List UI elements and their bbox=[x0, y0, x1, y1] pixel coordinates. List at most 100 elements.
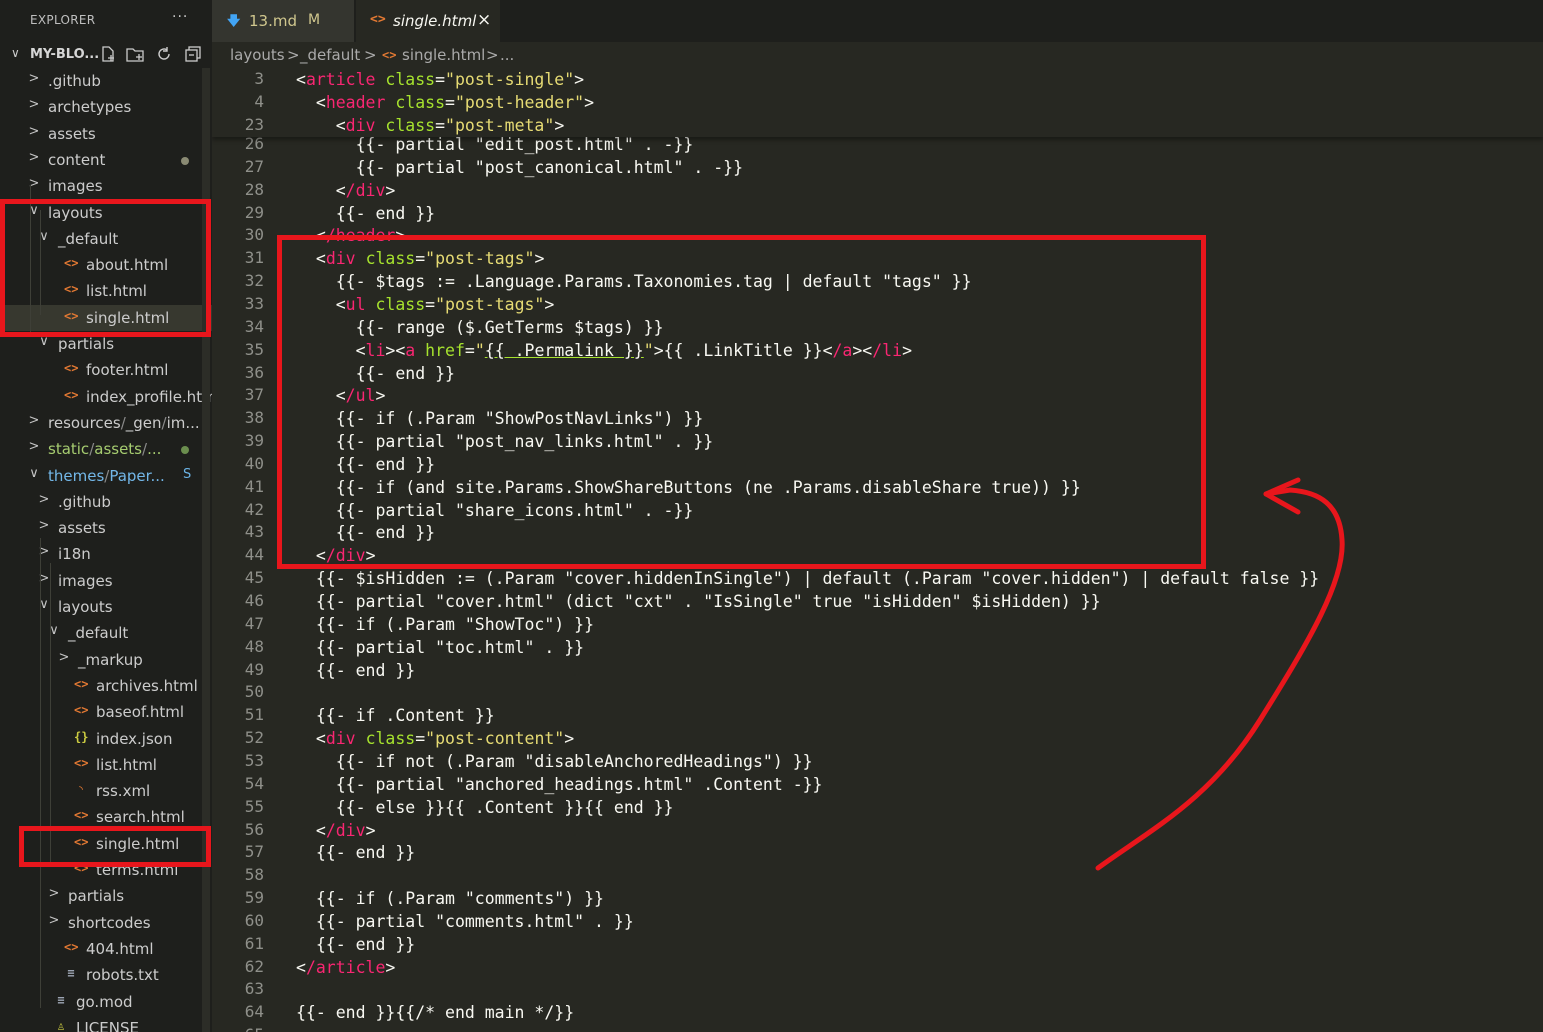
explorer-sidebar: EXPLORER ··· ∨ MY-BLO... > .github > archet… bbox=[0, 0, 212, 1032]
code-line[interactable]: 49 {{- end }} bbox=[212, 659, 1543, 682]
line-number: 46 bbox=[244, 591, 264, 610]
text-file-icon: ≡ bbox=[67, 966, 75, 980]
code-line[interactable]: 64 {{- end }}{{/* end main */}} bbox=[212, 1001, 1543, 1024]
code-line[interactable]: 27 {{- partial "post_canonical.html" . -… bbox=[212, 156, 1543, 179]
tree-item-label: images bbox=[48, 177, 103, 195]
tree-item[interactable]: <> archives.html bbox=[0, 673, 212, 699]
code-line[interactable]: 55 {{- else }}{{ .Content }}{{ end }} bbox=[212, 796, 1543, 819]
code-line[interactable]: 57 {{- end }} bbox=[212, 841, 1543, 864]
tree-item[interactable]: > assets bbox=[0, 515, 212, 541]
tree-item[interactable]: > .github bbox=[0, 68, 212, 94]
code-line[interactable]: 61 {{- end }} bbox=[212, 933, 1543, 956]
tree-item[interactable]: ∨ layouts bbox=[0, 594, 212, 620]
line-number: 65 bbox=[212, 1025, 264, 1032]
line-number: 50 bbox=[244, 682, 264, 702]
code-line[interactable]: 47 {{- if (.Param "ShowToc") }} bbox=[212, 613, 1543, 636]
tree-item[interactable]: > resources/_gen/im... bbox=[0, 410, 212, 436]
collapse-all-icon[interactable] bbox=[184, 45, 202, 63]
chevron-down-icon: ∨ bbox=[29, 466, 39, 481]
code-line[interactable]: 46 {{- partial "cover.html" (dict "cxt" … bbox=[212, 590, 1543, 613]
annotation-box-theme-single bbox=[19, 826, 211, 867]
line-number: 31 bbox=[244, 248, 264, 268]
tab-label: 13.md bbox=[249, 12, 297, 30]
chevron-down-icon: ∨ bbox=[11, 46, 20, 60]
code-line[interactable]: 45 {{- $isHidden := (.Param "cover.hidde… bbox=[212, 567, 1543, 590]
breadcrumb-more[interactable]: ... bbox=[500, 46, 514, 64]
tree-item-label: shortcodes bbox=[68, 914, 151, 932]
line-number: 3 bbox=[254, 69, 264, 88]
line-number: 61 bbox=[244, 933, 264, 953]
code-line[interactable]: 52 <div class="post-content"> bbox=[212, 727, 1543, 750]
new-folder-icon[interactable] bbox=[126, 45, 144, 63]
tree-item[interactable]: <> footer.html bbox=[0, 357, 212, 383]
indent-guide bbox=[40, 538, 41, 1008]
close-icon[interactable]: × bbox=[477, 10, 491, 30]
json-file-icon: {} bbox=[74, 730, 89, 744]
breadcrumb-default[interactable]: _default bbox=[300, 46, 360, 64]
tab-label: single.html bbox=[393, 12, 477, 30]
chevron-right-icon: > bbox=[28, 71, 40, 86]
sticky-line[interactable]: 4 <header class="post-header"> bbox=[212, 91, 1543, 114]
refresh-icon[interactable] bbox=[155, 45, 173, 63]
tree-item[interactable]: > static/assets/... bbox=[0, 436, 212, 462]
more-actions-icon[interactable]: ··· bbox=[172, 9, 188, 25]
code-line[interactable]: 59 {{- if (.Param "comments") }} bbox=[212, 887, 1543, 910]
tree-item[interactable]: > assets bbox=[0, 121, 212, 147]
code-line[interactable]: 60 {{- partial "comments.html" . }} bbox=[212, 910, 1543, 933]
tree-item[interactable]: ◝ rss.xml bbox=[0, 778, 212, 804]
tree-item[interactable]: > archetypes bbox=[0, 94, 212, 120]
code-line[interactable]: 28 </div> bbox=[212, 179, 1543, 202]
tree-item[interactable]: <> index_profile.html bbox=[0, 384, 212, 410]
tree-item[interactable]: > i18n bbox=[0, 541, 212, 567]
tree-item-label: partials bbox=[68, 887, 125, 905]
line-number: 47 bbox=[244, 613, 264, 633]
tree-item-label: _default bbox=[68, 624, 129, 642]
tab-single-html[interactable]: <> single.html × bbox=[356, 0, 500, 42]
code-line[interactable]: 65 bbox=[212, 1024, 1543, 1032]
tree-item[interactable]: <> 404.html bbox=[0, 936, 212, 962]
code-line[interactable]: 54 {{- partial "anchored_headings.html" … bbox=[212, 773, 1543, 796]
tree-item[interactable]: ≡ go.mod bbox=[0, 989, 212, 1015]
chevron-right-icon: > bbox=[48, 886, 60, 901]
project-name[interactable]: MY-BLO... bbox=[30, 47, 99, 62]
code-line[interactable]: 58 bbox=[212, 864, 1543, 887]
project-root[interactable]: ∨ MY-BLO... bbox=[0, 42, 212, 68]
tab-13-md[interactable]: 🡇 13.md M bbox=[212, 0, 354, 42]
breadcrumb-layouts[interactable]: layouts bbox=[230, 46, 285, 64]
tree-item[interactable]: ∨ themes/Paper... S bbox=[0, 463, 212, 489]
code-line[interactable]: 63 bbox=[212, 978, 1543, 1001]
tree-item[interactable]: > images bbox=[0, 173, 212, 199]
new-file-icon[interactable] bbox=[99, 45, 117, 63]
tree-item[interactable]: > content bbox=[0, 147, 212, 173]
code-line[interactable]: 62 </article> bbox=[212, 956, 1543, 979]
chevron-right-icon: > bbox=[48, 913, 60, 928]
tree-item[interactable]: <> baseof.html bbox=[0, 699, 212, 725]
code-line[interactable]: 56 </div> bbox=[212, 819, 1543, 842]
code-line[interactable]: 50 bbox=[212, 681, 1543, 704]
code-line[interactable]: 29 {{- end }} bbox=[212, 202, 1543, 225]
sticky-line[interactable]: 23 <div class="post-meta"> bbox=[212, 114, 1543, 137]
tree-item[interactable]: > .github bbox=[0, 489, 212, 515]
sticky-line[interactable]: 3 <article class="post-single"> bbox=[212, 68, 1543, 91]
tree-item[interactable]: > images bbox=[0, 568, 212, 594]
code-line[interactable]: 51 {{- if .Content }} bbox=[212, 704, 1543, 727]
sticky-scroll-header[interactable]: 3 <article class="post-single"> 4 <header … bbox=[212, 68, 1543, 137]
line-number: 57 bbox=[244, 842, 264, 862]
tree-item[interactable]: > _markup bbox=[0, 647, 212, 673]
tree-item[interactable]: ∨ _default bbox=[0, 620, 212, 646]
tree-item[interactable]: <> list.html bbox=[0, 752, 212, 778]
breadcrumb-separator: > bbox=[287, 46, 300, 64]
tree-item[interactable]: > partials bbox=[0, 883, 212, 909]
tree-item[interactable]: > shortcodes bbox=[0, 910, 212, 936]
annotation-box-post-tags bbox=[277, 235, 1206, 569]
line-number: 41 bbox=[244, 476, 264, 496]
tree-item-label: list.html bbox=[96, 756, 157, 774]
breadcrumb-single-html[interactable]: single.html bbox=[402, 46, 485, 64]
tree-item[interactable]: ≡ robots.txt bbox=[0, 962, 212, 988]
code-line[interactable]: 48 {{- partial "toc.html" . }} bbox=[212, 636, 1543, 659]
code-line[interactable]: 53 {{- if not (.Param "disableAnchoredHe… bbox=[212, 750, 1543, 773]
tree-item[interactable]: ♙ LICENSE bbox=[0, 1015, 212, 1032]
line-number: 60 bbox=[244, 910, 264, 930]
tree-item[interactable]: {} index.json bbox=[0, 726, 212, 752]
code-text: {{- end }} bbox=[296, 660, 416, 680]
